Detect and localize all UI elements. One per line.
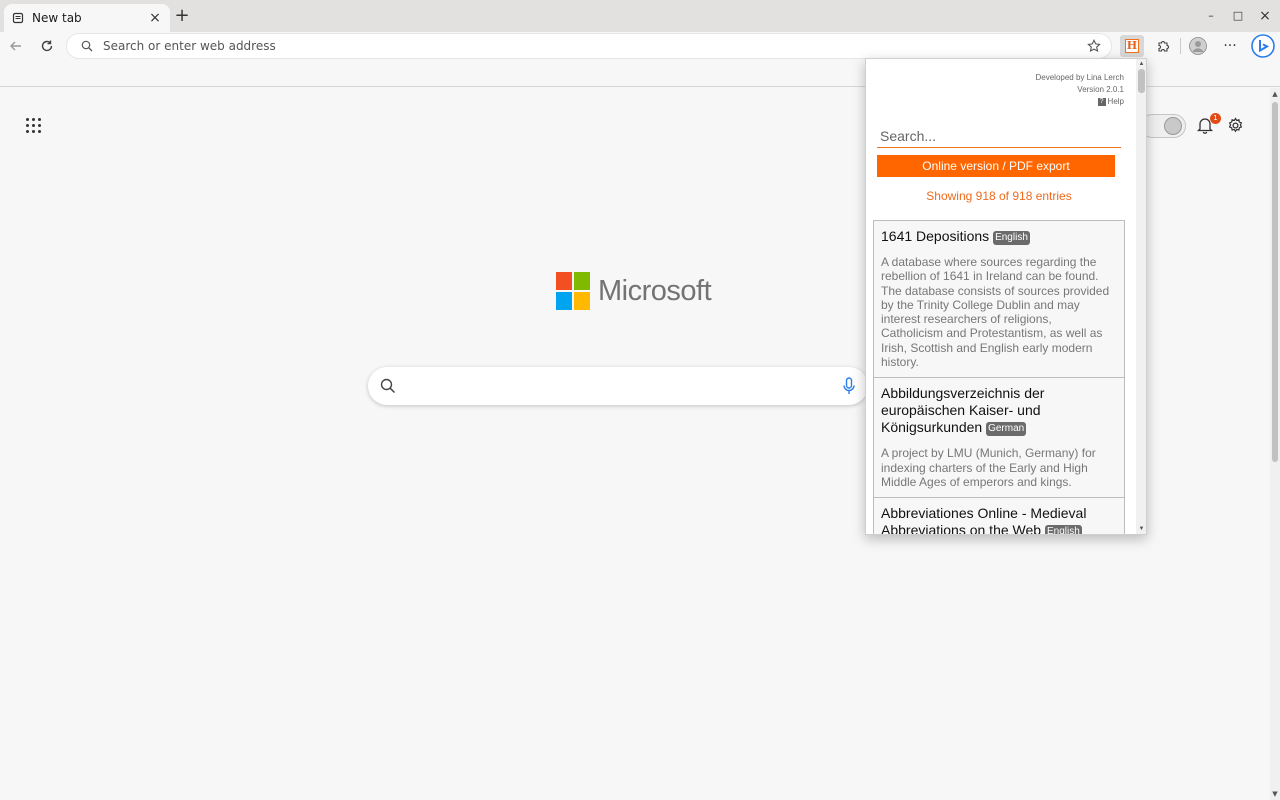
page-scrollbar[interactable]: ▲ ▼	[1270, 88, 1280, 800]
entry-description: A database where sources regarding the r…	[881, 255, 1110, 370]
popup-meta: Developed by Lina Lerch Version 2.0.1 ? …	[1035, 72, 1124, 108]
list-item[interactable]: Abbildungsverzeichnis der europäischen K…	[873, 377, 1125, 499]
entry-title: Abbreviationes Online - Medieval Abbrevi…	[881, 505, 1117, 534]
online-version-pdf-export-button[interactable]: Online version / PDF export	[877, 155, 1115, 177]
help-label: Help	[1107, 97, 1124, 106]
entries-count: Showing 918 of 918 entries	[926, 189, 1072, 203]
help-link[interactable]: ? Help	[1035, 96, 1124, 108]
apps-launcher-icon[interactable]	[26, 118, 41, 133]
more-menu-icon[interactable]: ···	[1220, 36, 1240, 56]
h-logo-icon: H	[1125, 39, 1139, 53]
new-tab-page-icon	[12, 12, 24, 24]
developer-credit: Developed by Lina Lerch	[1035, 73, 1124, 82]
new-tab-button[interactable]: +	[172, 7, 192, 27]
notification-badge: 1	[1210, 113, 1221, 124]
minimize-button[interactable]: –	[1203, 8, 1219, 24]
toolbar-separator	[1180, 38, 1181, 54]
scrollbar-thumb[interactable]	[1138, 69, 1145, 93]
search-icon	[81, 40, 93, 52]
microsoft-logo: Microsoft	[556, 272, 712, 310]
version-label: Version 2.0.1	[1077, 85, 1124, 94]
tab-close-icon[interactable]: ×	[148, 10, 162, 26]
scroll-up-arrow[interactable]: ▲	[1136, 59, 1146, 69]
profile-avatar-icon[interactable]	[1188, 36, 1208, 56]
maximize-button[interactable]: □	[1230, 8, 1246, 24]
extensions-puzzle-icon[interactable]	[1153, 36, 1173, 56]
address-bar[interactable]: Search or enter web address	[66, 33, 1112, 59]
back-icon[interactable]	[6, 36, 26, 56]
web-search-box[interactable]	[368, 367, 868, 405]
tab-title: New tab	[32, 11, 82, 25]
scroll-down-arrow[interactable]: ▼	[1270, 788, 1280, 800]
extension-popup: Developed by Lina Lerch Version 2.0.1 ? …	[865, 58, 1147, 535]
search-icon	[380, 378, 396, 394]
address-placeholder: Search or enter web address	[103, 39, 276, 53]
entries-list: 1641 Depositions English A database wher…	[873, 220, 1125, 534]
entry-title: 1641 Depositions English	[881, 228, 1030, 245]
favorite-star-icon[interactable]	[1087, 39, 1101, 53]
entry-title: Abbildungsverzeichnis der europäischen K…	[881, 385, 1045, 437]
settings-gear-icon[interactable]	[1227, 117, 1244, 134]
language-badge: German	[986, 422, 1027, 437]
microsoft-squares-icon	[556, 272, 590, 310]
language-badge: English	[993, 231, 1030, 245]
title-bar: New tab × + – □ ×	[0, 0, 1280, 32]
list-item[interactable]: 1641 Depositions English A database wher…	[873, 220, 1125, 379]
microphone-icon[interactable]	[842, 377, 856, 395]
tab-new-tab[interactable]: New tab ×	[4, 4, 170, 32]
refresh-icon[interactable]	[37, 36, 57, 56]
entry-description: A project by LMU (Munich, Germany) for i…	[881, 446, 1096, 489]
list-item[interactable]: Abbreviationes Online - Medieval Abbrevi…	[873, 497, 1125, 534]
popup-search-input[interactable]	[877, 124, 1121, 148]
microsoft-wordmark: Microsoft	[598, 274, 712, 307]
avatar	[1164, 117, 1182, 135]
scroll-up-arrow[interactable]: ▲	[1270, 88, 1280, 100]
popup-scrollbar[interactable]: ▲ ▼	[1136, 59, 1146, 534]
scroll-down-arrow[interactable]: ▼	[1136, 524, 1146, 534]
scrollbar-thumb[interactable]	[1272, 102, 1278, 462]
bing-copilot-icon[interactable]	[1251, 34, 1275, 58]
help-icon: ?	[1097, 98, 1106, 106]
close-window-button[interactable]: ×	[1257, 8, 1273, 24]
extension-h-button[interactable]: H	[1120, 35, 1144, 57]
language-badge: English	[1044, 525, 1082, 534]
